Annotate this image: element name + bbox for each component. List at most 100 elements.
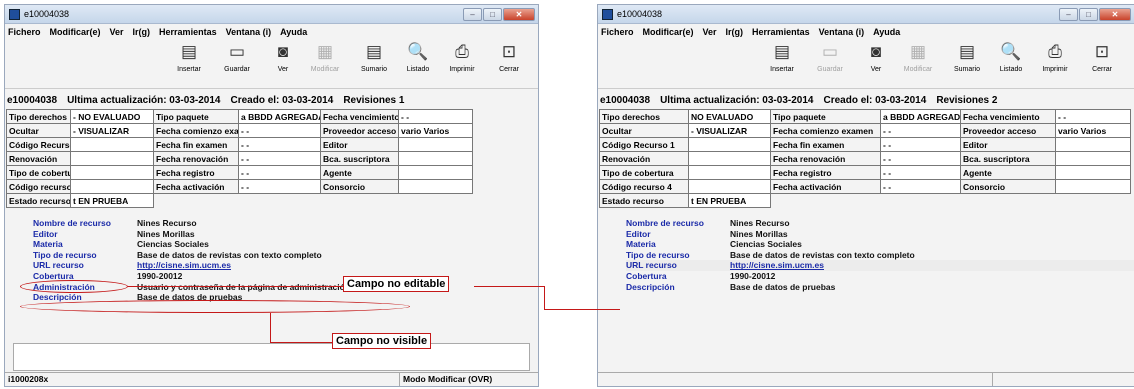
toolbar-cerrar-button[interactable]: ⊡ Cerrar	[488, 41, 530, 73]
toolbar-sumario-button[interactable]: ▤ Sumario	[353, 41, 395, 73]
notes-area[interactable]	[13, 343, 530, 371]
field-value[interactable]	[688, 179, 771, 194]
toolbar-label: Guardar	[224, 66, 250, 73]
menu-item[interactable]: Fichero	[8, 27, 41, 37]
menu-item[interactable]: Herramientas	[752, 27, 810, 37]
field-value[interactable]	[70, 179, 154, 194]
field-value[interactable]	[398, 165, 473, 180]
detail-value: 1990-20012	[730, 270, 776, 281]
field-value[interactable]: - -	[238, 123, 321, 138]
field-value[interactable]: NO EVALUADO	[688, 109, 771, 124]
menu-item[interactable]: Ver	[703, 27, 717, 37]
toolbar-imprimir-button[interactable]: ⎙ Imprimir	[1034, 41, 1076, 73]
toolbar-listado-button[interactable]: 🔍 Listado	[397, 41, 439, 73]
menu-item[interactable]: Ventana (i)	[226, 27, 272, 37]
title-bar: e10004038 – □ ✕	[5, 5, 538, 24]
toolbar-guardar-button[interactable]: ▭ Guardar	[216, 41, 258, 73]
field-value[interactable]: - -	[1055, 109, 1131, 124]
toolbar-guardar-button[interactable]: ▭ Guardar	[809, 41, 851, 73]
field-value[interactable]: - -	[880, 137, 961, 152]
menu-item[interactable]: Ver	[110, 27, 124, 37]
grid-row: Renovación Fecha renovación - - Bca. suscri…	[599, 151, 1131, 166]
field-value[interactable]: t EN PRUEBA	[688, 193, 771, 208]
app-icon	[9, 8, 20, 20]
field-value[interactable]: a BBDD AGREGADA	[880, 109, 961, 124]
toolbar-cerrar-button[interactable]: ⊡ Cerrar	[1081, 41, 1123, 73]
detail-value: http://cisne.sim.ucm.es	[730, 260, 824, 271]
field-value[interactable]: - -	[238, 137, 321, 152]
title-bar: e10004038 – □ ✕	[598, 5, 1134, 24]
field-value[interactable]: t EN PRUEBA	[70, 193, 154, 208]
field-value[interactable]	[1055, 151, 1131, 166]
resource-details: Nombre de recurso Nines Recurso Editor Nine…	[626, 218, 1134, 292]
field-value[interactable]	[1055, 165, 1131, 180]
menu-item[interactable]: Ventana (i)	[819, 27, 865, 37]
field-label: Código recurso 4	[6, 179, 71, 194]
menu-item[interactable]: Ayuda	[280, 27, 307, 37]
field-value[interactable]	[1055, 137, 1131, 152]
toolbar-modificar-button[interactable]: ▦ Modificar	[897, 41, 939, 73]
close-button[interactable]: ✕	[503, 7, 535, 21]
toolbar-imprimir-button[interactable]: ⎙ Imprimir	[441, 41, 483, 73]
url-link[interactable]: http://cisne.sim.ucm.es	[137, 260, 231, 270]
toolbar-insertar-button[interactable]: ▤ Insertar	[168, 41, 210, 73]
field-value[interactable]	[688, 137, 771, 152]
toolbar-ver-button[interactable]: ◙ Ver	[262, 41, 304, 73]
url-highlight-oval	[20, 280, 128, 293]
field-value[interactable]	[398, 137, 473, 152]
maximize-button[interactable]: □	[483, 7, 502, 21]
menu-item[interactable]: Ayuda	[873, 27, 900, 37]
menu-item[interactable]: Ir(g)	[726, 27, 744, 37]
toolbar: ▤ Insertar ▭ Guardar ◙ Ver ▦ Modificar ▤ Sumario 🔍…	[5, 39, 538, 89]
field-value[interactable]: - NO EVALUADO	[70, 109, 154, 124]
field-value[interactable]	[688, 151, 771, 166]
field-value[interactable]: - -	[398, 109, 473, 124]
minimize-button[interactable]: –	[463, 7, 482, 21]
field-value[interactable]	[70, 165, 154, 180]
toolbar-ver-button[interactable]: ◙ Ver	[855, 41, 897, 73]
field-label: Agente	[960, 165, 1056, 180]
field-value[interactable]: - -	[880, 123, 961, 138]
field-value[interactable]	[398, 179, 473, 194]
close-button[interactable]: ✕	[1099, 7, 1131, 21]
field-value[interactable]: - VISUALIZAR	[70, 123, 154, 138]
field-value[interactable]: - -	[880, 151, 961, 166]
menu-item[interactable]: Ir(g)	[133, 27, 151, 37]
grid-row: Código Recurso 1 Fecha fin examen- -Edito…	[599, 137, 1131, 152]
menu-item[interactable]: Fichero	[601, 27, 634, 37]
field-value[interactable]: - -	[880, 165, 961, 180]
toolbar-listado-button[interactable]: 🔍 Listado	[990, 41, 1032, 73]
field-value[interactable]: - -	[238, 151, 321, 166]
toolbar-sumario-button[interactable]: ▤ Sumario	[946, 41, 988, 73]
field-value[interactable]: - VISUALIZAR	[688, 123, 771, 138]
toolbar-insertar-button[interactable]: ▤ Insertar	[761, 41, 803, 73]
grid-row: Tipo derechos - NO EVALUADO Tipo paquete a …	[6, 109, 473, 124]
field-label: Editor	[960, 137, 1056, 152]
callout-line	[544, 309, 620, 310]
maximize-button[interactable]: □	[1079, 7, 1098, 21]
url-link[interactable]: http://cisne.sim.ucm.es	[730, 260, 824, 270]
field-label: Fecha registro	[153, 165, 239, 180]
field-value[interactable]	[688, 165, 771, 180]
toolbar-modificar-button[interactable]: ▦ Modificar	[304, 41, 346, 73]
minimize-button[interactable]: –	[1059, 7, 1078, 21]
updated-text: Ultima actualización: 03-03-2014	[67, 95, 221, 106]
toolbar-label: Modificar	[310, 66, 340, 73]
field-label: Tipo derechos	[6, 109, 71, 124]
detail-row: Tipo de recurso Base de datos de revistas…	[33, 250, 538, 261]
field-value[interactable]: - -	[238, 165, 321, 180]
field-value[interactable]: a BBDD AGREGADA	[238, 109, 321, 124]
detail-row: Materia Ciencias Sociales	[626, 239, 1134, 250]
menu-item[interactable]: Modificar(e)	[50, 27, 101, 37]
field-value[interactable]	[70, 137, 154, 152]
menu-item[interactable]: Modificar(e)	[643, 27, 694, 37]
field-value[interactable]	[70, 151, 154, 166]
field-value[interactable]: - -	[880, 179, 961, 194]
field-value[interactable]: - -	[238, 179, 321, 194]
field-value[interactable]: vario Varios	[1055, 123, 1131, 138]
field-value[interactable]	[398, 151, 473, 166]
field-value[interactable]	[1055, 179, 1131, 194]
toolbar-label: Imprimir	[449, 66, 475, 73]
field-value[interactable]: vario Varios	[398, 123, 473, 138]
menu-item[interactable]: Herramientas	[159, 27, 217, 37]
